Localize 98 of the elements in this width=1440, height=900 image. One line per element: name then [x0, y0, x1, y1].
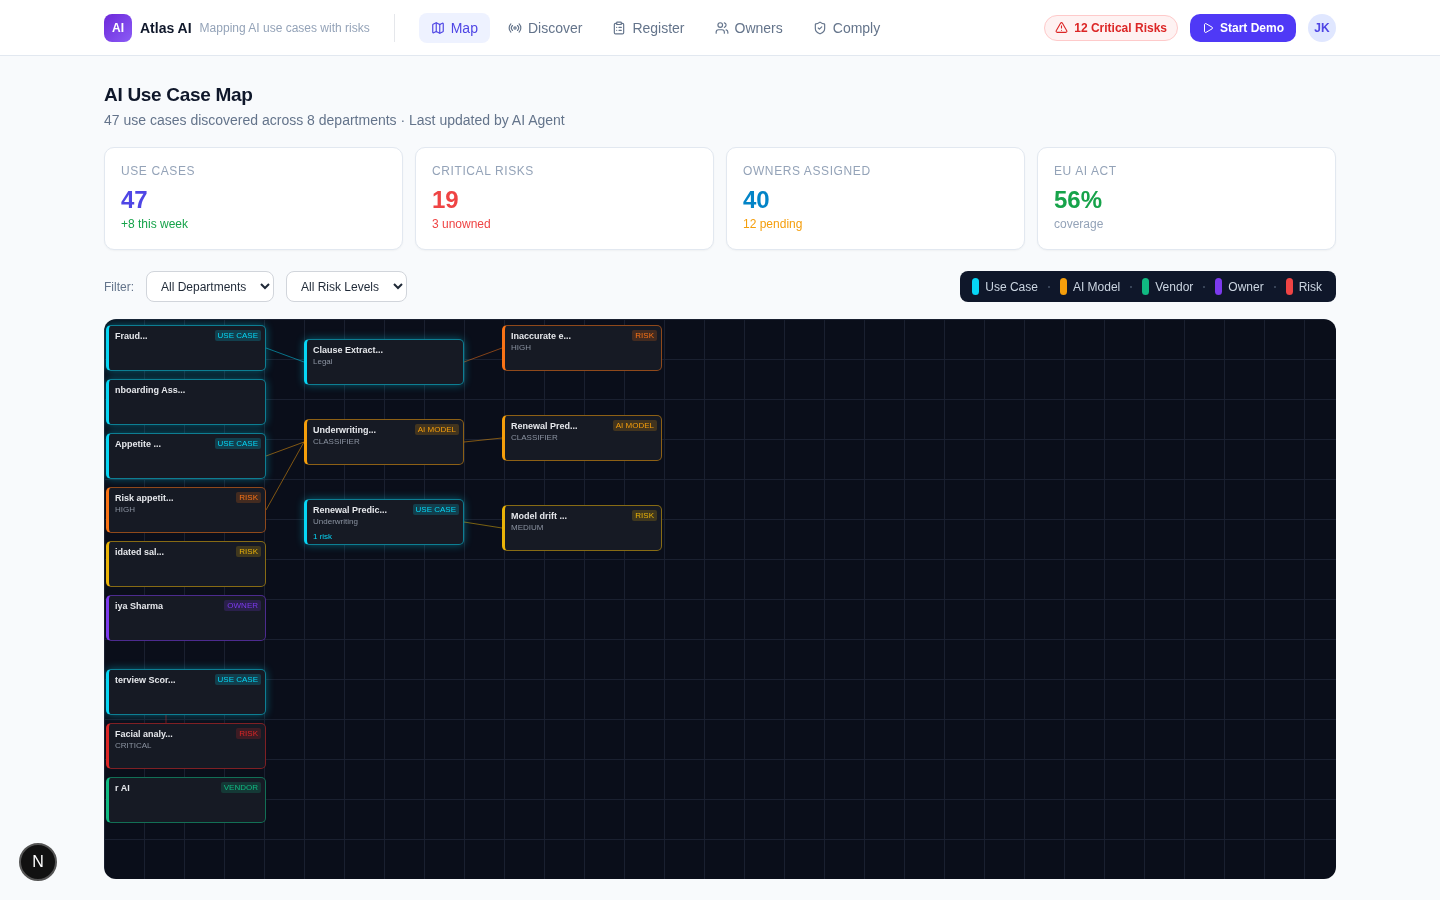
node-title: Inaccurate e...: [511, 331, 572, 341]
warning-icon: [1055, 21, 1069, 34]
node-tag: RISK: [236, 492, 261, 503]
map-node[interactable]: terview Scor... USE CASE: [106, 669, 266, 715]
logo: AI: [104, 13, 132, 42]
stat-note: 12 pending: [743, 217, 804, 231]
node-title: iya Sharma: [115, 601, 164, 611]
node-title: r AI: [115, 783, 130, 793]
node-title: Underwriting...: [313, 425, 376, 435]
map-node[interactable]: Renewal Predic... Underwriting USE CASE 1 risk: [304, 499, 464, 545]
node-tag: AI MODEL: [414, 424, 459, 435]
stat-label: EU AI ACT: [1054, 164, 1118, 178]
node-title: terview Scor...: [115, 675, 176, 685]
node-subtitle: MEDIUM: [511, 523, 544, 532]
map-node[interactable]: idated sal... RISK: [106, 541, 266, 587]
map-node[interactable]: Underwriting... CLASSIFIER AI MODEL: [304, 419, 464, 465]
critical-risks-button[interactable]: 12 Critical Risks: [1044, 14, 1178, 41]
play-icon: [1202, 21, 1214, 34]
node-title: Model drift ...: [511, 511, 567, 521]
map-node[interactable]: iya Sharma OWNER: [106, 595, 266, 641]
tagline: Mapping AI use cases with risks: [199, 20, 370, 35]
node-subtitle: HIGH: [511, 343, 531, 352]
stat-value: 47: [121, 186, 149, 214]
node-tag: RISK: [236, 546, 261, 557]
filter-select[interactable]: All Risk Levels: [286, 271, 407, 302]
node-tag: RISK: [236, 728, 261, 739]
map-node[interactable]: r AI VENDOR: [106, 777, 266, 823]
map-node[interactable]: Clause Extract... Legal: [304, 339, 464, 385]
nav-tab[interactable]: Register: [600, 12, 697, 43]
users-icon: [714, 20, 729, 35]
node-tag: USE CASE: [214, 330, 261, 341]
node-title: nboarding Ass...: [115, 385, 186, 395]
map-node[interactable]: Renewal Pred... CLASSIFIER AI MODEL: [502, 415, 662, 461]
stat-value: 19: [432, 186, 460, 214]
node-tag: VENDOR: [220, 782, 261, 793]
map-node[interactable]: Facial analy... CRITICAL RISK: [106, 723, 266, 769]
node-subtitle: Legal: [313, 357, 333, 366]
legend-label: Risk: [1298, 279, 1322, 294]
map-node[interactable]: Fraud... USE CASE: [106, 325, 266, 371]
filter-select[interactable]: All Departments: [146, 271, 274, 302]
legend-label: Vendor: [1155, 279, 1194, 294]
filter-label: Filter:: [104, 279, 134, 294]
dev-tools-button[interactable]: N: [19, 843, 57, 881]
node-footer: 1 risk: [313, 532, 333, 541]
legend-label: AI Model: [1072, 279, 1121, 294]
node-title: Fraud...: [115, 331, 148, 341]
start-demo-button[interactable]: Start Demo: [1190, 13, 1296, 42]
node-title: Renewal Predic...: [313, 505, 388, 515]
nav-tab[interactable]: Discover: [495, 12, 595, 43]
stat-note: +8 this week: [121, 217, 190, 231]
map-node[interactable]: Inaccurate e... HIGH RISK: [502, 325, 662, 371]
stat-note: 3 unowned: [432, 217, 492, 231]
node-subtitle: CLASSIFIER: [511, 433, 558, 442]
node-title: Renewal Pred...: [511, 421, 578, 431]
stat-label: CRITICAL RISKS: [432, 164, 535, 178]
nav-tab[interactable]: Map: [418, 12, 490, 43]
page-title: AI Use Case Map: [104, 84, 254, 106]
connector-line: [165, 714, 167, 724]
node-tag: AI MODEL: [612, 420, 657, 431]
map-icon: [430, 20, 445, 35]
node-title: idated sal...: [115, 547, 165, 557]
connector-line: [265, 347, 305, 363]
user-avatar[interactable]: JK: [1308, 13, 1336, 42]
clipboard-icon: [612, 20, 627, 35]
nav-tab[interactable]: Owners: [702, 12, 795, 43]
node-title: Facial analy...: [115, 729, 173, 739]
connector-line: [463, 437, 503, 443]
node-tag: OWNER: [224, 600, 261, 611]
shield-icon: [812, 20, 827, 35]
legend-label: Use Case: [985, 279, 1038, 294]
stat-label: USE CASES: [121, 164, 197, 178]
node-tag: USE CASE: [214, 438, 261, 449]
legend-label: Owner: [1228, 279, 1264, 294]
map-node[interactable]: Risk appetit... HIGH RISK: [106, 487, 266, 533]
map-node[interactable]: Model drift ... MEDIUM RISK: [502, 505, 662, 551]
node-title: Appetite ...: [115, 439, 161, 449]
node-title: Clause Extract...: [313, 345, 384, 355]
node-subtitle: CRITICAL: [115, 741, 152, 750]
node-tag: RISK: [632, 510, 657, 521]
radar-icon: [507, 20, 522, 35]
node-subtitle: CLASSIFIER: [313, 437, 360, 446]
node-title: Risk appetit...: [115, 493, 174, 503]
map-node[interactable]: nboarding Ass...: [106, 379, 266, 425]
node-subtitle: Underwriting: [313, 517, 358, 526]
node-tag: USE CASE: [214, 674, 261, 685]
connector-line: [463, 347, 503, 363]
brand-name: Atlas AI: [140, 19, 192, 36]
connector-line: [463, 521, 503, 529]
node-tag: USE CASE: [412, 504, 459, 515]
stat-value: 40: [743, 186, 771, 214]
stat-label: OWNERS ASSIGNED: [743, 164, 872, 178]
nav-tab[interactable]: Comply: [800, 12, 893, 43]
page-subtitle: 47 use cases discovered across 8 departments · Last updated by AI Agent: [104, 112, 566, 128]
stat-value: 56%: [1054, 186, 1104, 214]
map-node[interactable]: Appetite ... USE CASE: [106, 433, 266, 479]
node-tag: RISK: [632, 330, 657, 341]
node-subtitle: HIGH: [115, 505, 135, 514]
stat-note: coverage: [1054, 217, 1105, 231]
